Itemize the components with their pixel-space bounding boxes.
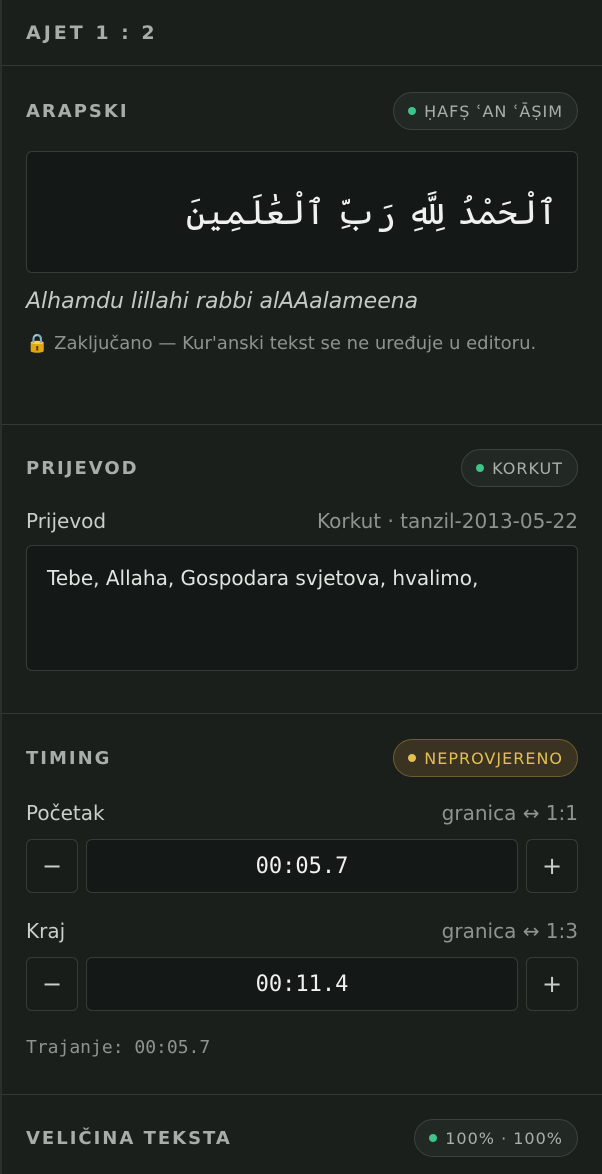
- end-label-row: Kraj granica ↔ 1:3: [26, 919, 578, 943]
- end-time-stepper: − 00:11.4 +: [26, 957, 578, 1011]
- lock-note: 🔒 Zaključano — Kur'anski tekst se ne ure…: [26, 328, 578, 359]
- end-time-input[interactable]: 00:11.4: [86, 957, 518, 1011]
- riwayah-badge: ḤAFṢ ʿAN ʿĀṢIM: [393, 92, 578, 130]
- text-size-section: VELIČINA TEKSTA 100% · 100%: [2, 1095, 602, 1157]
- translation-section-header: PRIJEVOD KORKUT: [26, 449, 578, 487]
- duration-readout: Trajanje: 00:05.7: [26, 1037, 211, 1058]
- start-label-row: Početak granica ↔ 1:1: [26, 801, 578, 825]
- text-size-badge-label: 100% · 100%: [445, 1128, 563, 1148]
- end-increment-button[interactable]: +: [526, 957, 578, 1011]
- ayah-title: AJET 1 : 2: [26, 21, 158, 44]
- start-boundary-meta: granica ↔ 1:1: [441, 801, 578, 825]
- translation-textarea[interactable]: Tebe, Allaha, Gospodara svjetova, hvalim…: [26, 545, 578, 671]
- arabic-section-title: ARAPSKI: [26, 100, 129, 122]
- timing-section-title: TIMING: [26, 747, 112, 769]
- timing-section: TIMING NEPROVJERENO Početak granica ↔ 1:…: [2, 714, 602, 1095]
- transliteration: Alhamdu lillahi rabbi alAAalameena: [26, 289, 419, 314]
- ayah-header: AJET 1 : 2: [2, 0, 602, 66]
- arabic-verse-box: ٱلْحَمْدُ لِلَّهِ رَبِّ ٱلْعَٰلَمِينَ: [26, 151, 578, 273]
- start-time-input[interactable]: 00:05.7: [86, 839, 518, 893]
- verification-badge: NEPROVJERENO: [393, 739, 578, 777]
- status-dot-icon: [476, 464, 485, 472]
- text-size-badge[interactable]: 100% · 100%: [414, 1119, 578, 1157]
- timing-section-header: TIMING NEPROVJERENO: [26, 739, 578, 777]
- translation-source-meta: Korkut · tanzil-2013-05-22: [317, 509, 578, 533]
- end-label: Kraj: [26, 919, 66, 943]
- translation-field-label: Prijevod: [26, 509, 107, 533]
- riwayah-badge-label: ḤAFṢ ʿAN ʿĀṢIM: [424, 101, 563, 121]
- translator-badge-label: KORKUT: [492, 458, 563, 478]
- text-size-section-header: VELIČINA TEKSTA 100% · 100%: [26, 1119, 578, 1157]
- lock-icon: 🔒: [26, 333, 49, 354]
- translation-field-label-row: Prijevod Korkut · tanzil-2013-05-22: [26, 509, 578, 533]
- translation-section: PRIJEVOD KORKUT Prijevod Korkut · tanzil…: [2, 425, 602, 714]
- start-label: Početak: [26, 801, 105, 825]
- arabic-verse-text: ٱلْحَمْدُ لِلَّهِ رَبِّ ٱلْعَٰلَمِينَ: [185, 192, 557, 233]
- end-decrement-button[interactable]: −: [26, 957, 78, 1011]
- arabic-section-header: ARAPSKI ḤAFṢ ʿAN ʿĀṢIM: [26, 92, 578, 130]
- end-boundary-meta: granica ↔ 1:3: [441, 919, 578, 943]
- translator-badge: KORKUT: [461, 449, 578, 487]
- start-time-stepper: − 00:05.7 +: [26, 839, 578, 893]
- translation-section-title: PRIJEVOD: [26, 457, 139, 479]
- ayah-editor-panel: AJET 1 : 2 ARAPSKI ḤAFṢ ʿAN ʿĀṢIM ٱلْحَم…: [0, 0, 602, 1174]
- start-decrement-button[interactable]: −: [26, 839, 78, 893]
- status-dot-icon: [429, 1134, 438, 1142]
- status-dot-icon: [408, 107, 417, 115]
- verification-badge-label: NEPROVJERENO: [424, 748, 563, 768]
- warning-dot-icon: [408, 754, 417, 762]
- arabic-section: ARAPSKI ḤAFṢ ʿAN ʿĀṢIM ٱلْحَمْدُ لِلَّهِ…: [2, 66, 602, 425]
- start-increment-button[interactable]: +: [526, 839, 578, 893]
- lock-note-text: Zaključano — Kur'anski tekst se ne uređu…: [54, 333, 537, 354]
- text-size-section-title: VELIČINA TEKSTA: [26, 1127, 232, 1149]
